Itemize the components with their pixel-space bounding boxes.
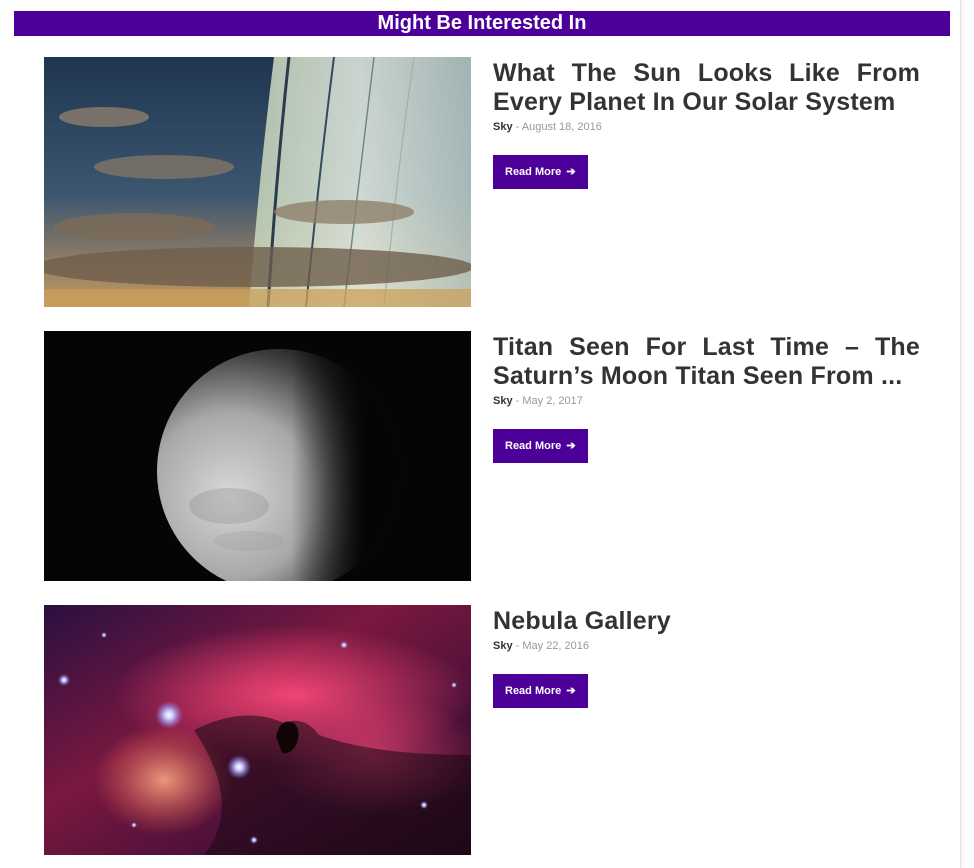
- read-more-label: Read More: [505, 166, 562, 178]
- post-meta: Sky - August 18, 2016: [493, 121, 920, 133]
- arrow-right-icon: ➔: [566, 685, 576, 697]
- arrow-right-icon: ➔: [566, 166, 576, 178]
- post-card: What The Sun Looks Like From Every Plane…: [44, 57, 920, 307]
- post-author[interactable]: Sky: [493, 121, 513, 133]
- post-info: Titan Seen For Last Time – The Saturn’s …: [493, 331, 920, 463]
- post-title[interactable]: What The Sun Looks Like From Every Plane…: [493, 57, 920, 117]
- post-thumbnail-titan[interactable]: [44, 331, 471, 581]
- post-thumbnail-nebula[interactable]: [44, 605, 471, 855]
- meta-separator: -: [512, 640, 523, 652]
- post-meta: Sky - May 22, 2016: [493, 640, 920, 652]
- read-more-button[interactable]: Read More ➔: [493, 429, 588, 463]
- post-author[interactable]: Sky: [493, 640, 513, 652]
- saturn-rings-sky-image: [44, 57, 471, 307]
- post-date: May 22, 2016: [522, 640, 590, 652]
- post-date: May 2, 2017: [522, 395, 583, 407]
- meta-separator: -: [512, 395, 523, 407]
- post-date: August 18, 2016: [521, 121, 602, 133]
- meta-separator: -: [512, 121, 522, 133]
- post-info: Nebula Gallery Sky - May 22, 2016 Read M…: [493, 605, 920, 708]
- post-card: Titan Seen For Last Time – The Saturn’s …: [44, 331, 920, 581]
- titan-moon-image: [44, 331, 471, 581]
- read-more-label: Read More: [505, 685, 562, 697]
- read-more-button[interactable]: Read More ➔: [493, 155, 588, 189]
- post-meta: Sky - May 2, 2017: [493, 395, 920, 407]
- arrow-right-icon: ➔: [566, 440, 576, 452]
- horsehead-nebula-image: [44, 605, 471, 855]
- post-title[interactable]: Nebula Gallery: [493, 605, 920, 636]
- read-more-button[interactable]: Read More ➔: [493, 674, 588, 708]
- post-info: What The Sun Looks Like From Every Plane…: [493, 57, 920, 189]
- post-title[interactable]: Titan Seen For Last Time – The Saturn’s …: [493, 331, 920, 391]
- post-thumbnail-saturn-rings[interactable]: [44, 57, 471, 307]
- section-heading: Might Be Interested In: [14, 11, 950, 36]
- post-author[interactable]: Sky: [493, 395, 513, 407]
- read-more-label: Read More: [505, 440, 562, 452]
- post-card: Nebula Gallery Sky - May 22, 2016 Read M…: [44, 605, 920, 855]
